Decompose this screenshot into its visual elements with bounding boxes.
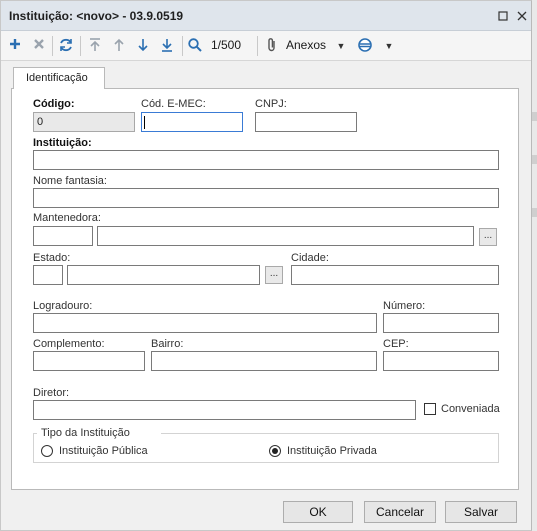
- estado-name-field[interactable]: [67, 265, 260, 285]
- arrow-top-icon[interactable]: [87, 37, 103, 55]
- estado-label: Estado:: [33, 252, 71, 264]
- nome-fantasia-label: Nome fantasia:: [33, 175, 107, 187]
- codigo-label: Código:: [33, 98, 75, 110]
- magnifier-icon[interactable]: [187, 37, 203, 55]
- ok-button[interactable]: OK: [283, 501, 353, 523]
- cancel-button[interactable]: Cancelar: [364, 501, 436, 523]
- tab-identificacao[interactable]: Identificação: [13, 67, 105, 89]
- logradouro-field[interactable]: [33, 313, 377, 333]
- diretor-label: Diretor:: [33, 387, 70, 399]
- conveniada-label: Conveniada: [441, 403, 500, 415]
- dialog-window: Instituição: <novo> - 03.9.0519 1/500 An…: [0, 0, 532, 531]
- nome-fantasia-field[interactable]: [33, 188, 499, 208]
- arrow-bottom-icon[interactable]: [159, 37, 175, 55]
- cep-label: CEP:: [383, 338, 409, 350]
- instituicao-field[interactable]: [33, 150, 499, 170]
- numero-label: Número:: [383, 300, 426, 312]
- restore-icon[interactable]: [496, 9, 510, 23]
- radio-publica[interactable]: [41, 445, 53, 457]
- toolbar: 1/500 Anexos ▼ ▼: [1, 31, 531, 61]
- codigo-field: 0: [33, 112, 135, 132]
- complemento-label: Complemento:: [33, 338, 105, 350]
- tab-label: Identificação: [26, 72, 88, 84]
- mantenedora-lookup-button[interactable]: ...: [479, 228, 497, 246]
- record-position: 1/500: [211, 38, 242, 52]
- cod-emec-field[interactable]: [141, 112, 243, 132]
- window-title: Instituição: <novo> - 03.9.0519: [9, 9, 184, 23]
- x-icon[interactable]: [31, 37, 47, 55]
- tipo-instituicao-legend: Tipo da Instituição: [41, 427, 130, 439]
- bairro-field[interactable]: [151, 351, 377, 371]
- complemento-field[interactable]: [33, 351, 145, 371]
- bairro-label: Bairro:: [151, 338, 184, 350]
- radio-privada[interactable]: [269, 445, 281, 457]
- instituicao-label: Instituição:: [33, 137, 92, 149]
- radio-privada-label: Instituição Privada: [287, 445, 377, 457]
- logradouro-label: Logradouro:: [33, 300, 93, 312]
- close-icon[interactable]: [515, 9, 529, 23]
- db-icon[interactable]: [357, 37, 373, 55]
- arrow-up-icon[interactable]: [111, 37, 127, 55]
- save-button[interactable]: Salvar: [445, 501, 517, 523]
- mantenedora-name-field[interactable]: [97, 226, 474, 246]
- plus-icon[interactable]: [7, 37, 23, 55]
- diretor-field[interactable]: [33, 400, 416, 420]
- estado-lookup-button[interactable]: ...: [265, 266, 283, 284]
- cidade-label: Cidade:: [291, 252, 329, 264]
- cnpj-label: CNPJ:: [255, 98, 287, 110]
- title-bar: Instituição: <novo> - 03.9.0519: [1, 1, 531, 31]
- arrow-down-icon[interactable]: [135, 37, 151, 55]
- chevron-down-icon[interactable]: ▼: [336, 37, 346, 55]
- chevron-down-icon[interactable]: ▼: [384, 37, 394, 55]
- conveniada-checkbox[interactable]: [424, 403, 436, 415]
- radio-publica-label: Instituição Pública: [59, 445, 148, 457]
- paperclip-icon[interactable]: [265, 37, 279, 55]
- mantenedora-label: Mantenedora:: [33, 212, 101, 224]
- background-strip: [532, 0, 537, 531]
- cidade-field[interactable]: [291, 265, 499, 285]
- numero-field[interactable]: [383, 313, 499, 333]
- estado-code-field[interactable]: [33, 265, 63, 285]
- cod-emec-label: Cód. E-MEC:: [141, 98, 206, 110]
- cep-field[interactable]: [383, 351, 499, 371]
- cnpj-field[interactable]: [255, 112, 357, 132]
- mantenedora-code-field[interactable]: [33, 226, 93, 246]
- refresh-icon[interactable]: [57, 37, 75, 55]
- attachments-button[interactable]: Anexos: [286, 38, 326, 52]
